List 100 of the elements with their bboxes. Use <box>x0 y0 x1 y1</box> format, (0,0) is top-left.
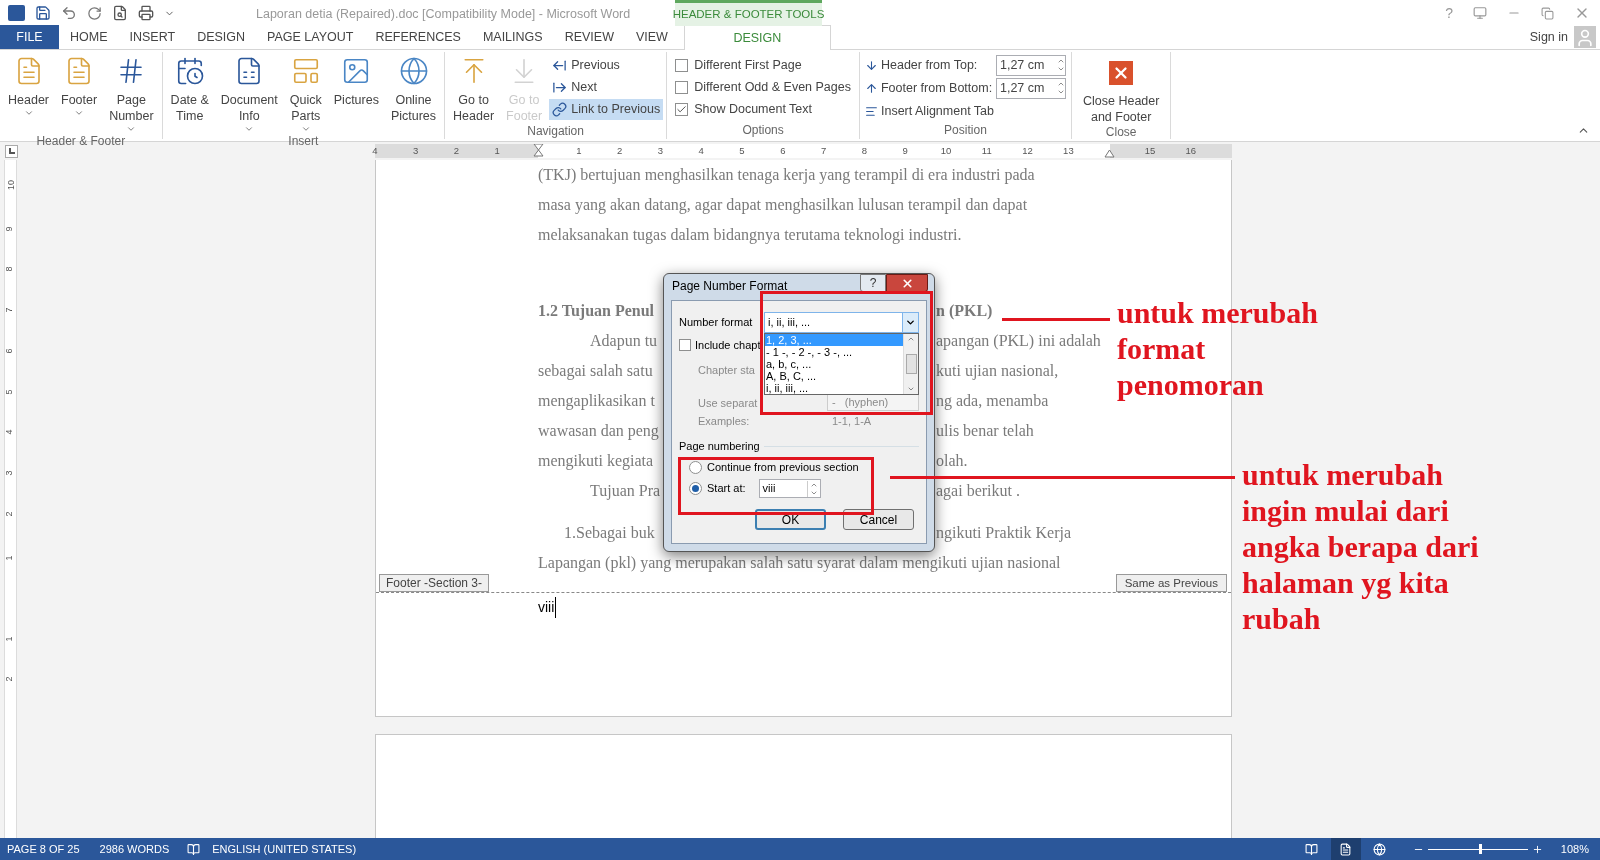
close-button[interactable] <box>886 274 928 292</box>
ribbon-tab[interactable]: PAGE LAYOUT <box>256 25 365 49</box>
ruler-number: 9 <box>902 145 908 157</box>
ribbon-button[interactable]: Go to Header <box>448 52 500 124</box>
navigation-button[interactable]: Previous <box>549 55 664 76</box>
previous-icon <box>552 58 568 73</box>
ribbon-tab[interactable]: HOME <box>59 25 119 49</box>
checkbox-label: Different Odd & Even Pages <box>694 79 851 97</box>
ribbon-button[interactable]: Header <box>3 52 54 118</box>
option-checkbox[interactable]: Different Odd & Even Pages <box>675 77 851 98</box>
dialog-button[interactable]: Cancel <box>843 509 914 530</box>
ribbon-tab[interactable]: DESIGN <box>683 25 831 50</box>
footer-page-number: viii <box>538 597 557 618</box>
printer-icon[interactable] <box>138 5 154 21</box>
format-option[interactable]: i, ii, iii, ... <box>765 381 903 394</box>
document-text: ulis benar telah <box>936 421 1034 441</box>
position-label: Header from Top: <box>880 56 979 74</box>
number-format-label: Number format <box>679 314 754 330</box>
checkbox-label: Include chapt <box>695 337 761 353</box>
radio-button[interactable] <box>689 482 702 495</box>
format-option[interactable]: - 1 -, - 2 -, - 3 -, ... <box>765 345 903 358</box>
tab-selector-icon[interactable] <box>5 144 18 158</box>
ruler-number: 8 <box>861 145 868 157</box>
number-format-dropdown[interactable]: i, ii, iii, ... <box>764 311 919 333</box>
caret-icon <box>244 124 255 134</box>
checkbox[interactable] <box>675 103 689 116</box>
redo-icon[interactable] <box>87 5 102 21</box>
annotation-text: untuk merubah format penomoran <box>1117 295 1318 403</box>
checkbox[interactable] <box>675 59 689 72</box>
alignment-tab-icon <box>864 104 878 118</box>
start-at-field[interactable]: viii <box>758 479 821 498</box>
annotation-text: untuk merubah ingin mulai dari angka berapa dari halaman yg kita rubah <box>1242 457 1479 637</box>
caret-icon <box>126 124 137 134</box>
caret-icon <box>300 124 311 134</box>
contextual-tab-header: HEADER & FOOTER TOOLS <box>675 0 822 26</box>
document-text: agai berikut . <box>936 481 1020 502</box>
document-text: apangan (PKL) ini adalah <box>936 331 1101 352</box>
sign-in-link[interactable]: Sign in <box>1529 27 1568 47</box>
help-button[interactable]: ? <box>860 274 886 292</box>
format-option[interactable]: A, B, C, ... <box>765 369 903 382</box>
ribbon-tab[interactable]: VIEW <box>624 25 679 49</box>
restore-icon[interactable] <box>1541 6 1554 20</box>
option-checkbox[interactable]: Different First Page <box>675 55 851 76</box>
zoom-slider-thumb[interactable] <box>1478 844 1482 854</box>
navigation-button[interactable]: Next <box>549 77 664 98</box>
word-count[interactable]: 2986 WORDS <box>99 840 170 858</box>
navigation-button[interactable]: Link to Previous <box>549 99 664 120</box>
print-layout-icon[interactable] <box>1330 838 1361 860</box>
ribbon-button[interactable]: Pictures <box>328 52 384 108</box>
print-preview-icon[interactable] <box>112 5 128 21</box>
ruler-number: 4 <box>3 429 13 435</box>
ribbon-button[interactable]: Document Info <box>215 52 283 134</box>
ribbon-tab[interactable]: REFERENCES <box>364 25 472 49</box>
zoom-in-icon[interactable] <box>1531 843 1543 855</box>
arrow-up-icon <box>864 81 878 95</box>
ribbon-tab[interactable]: FILE <box>0 25 59 49</box>
checkbox-label: Different First Page <box>694 57 802 75</box>
ribbon-tab[interactable]: DESIGN <box>186 25 257 49</box>
ruler-number: 3 <box>3 470 13 476</box>
caret-icon <box>74 108 85 118</box>
page-count[interactable]: PAGE 8 OF 25 <box>7 840 80 858</box>
group-label: Insert <box>287 134 320 148</box>
proofing-icon[interactable] <box>187 842 201 856</box>
document-text: olah. <box>936 451 968 471</box>
ribbon-tab[interactable]: INSERT <box>118 25 187 49</box>
ruler-number: 2 <box>616 145 623 157</box>
caret-icon <box>23 108 34 118</box>
ruler-number: 15 <box>1144 145 1156 157</box>
zoom-slider[interactable] <box>1427 844 1528 854</box>
close-icon <box>1109 61 1134 85</box>
dialog-button[interactable]: OK <box>755 509 826 530</box>
scrollbar[interactable] <box>903 333 918 394</box>
ruler-number: 11 <box>981 145 992 157</box>
ribbon-tab[interactable]: MAILINGS <box>471 25 554 49</box>
ruler-number: 3 <box>657 145 664 157</box>
checkbox[interactable] <box>679 339 691 351</box>
spin-field[interactable]: 1,27 cm <box>995 77 1066 99</box>
radio-button[interactable] <box>689 461 702 474</box>
ribbon-button[interactable]: Footer <box>56 52 103 118</box>
undo-icon[interactable] <box>61 5 77 21</box>
spin-field[interactable]: 1,27 cm <box>995 54 1066 76</box>
right-indent-marker-icon[interactable] <box>1104 148 1115 158</box>
ruler-number: 9 <box>3 226 13 232</box>
language-status[interactable]: ENGLISH (UNITED STATES) <box>212 840 357 858</box>
checkbox[interactable] <box>675 81 689 94</box>
zoom-level[interactable]: 108% <box>1560 840 1589 858</box>
ribbon-tab[interactable]: REVIEW <box>553 25 625 49</box>
ribbon-display-icon[interactable] <box>1473 6 1487 20</box>
ribbon-button[interactable]: Online Pictures <box>385 52 442 124</box>
format-option[interactable]: a, b, c, ... <box>765 357 903 370</box>
ribbon-button[interactable]: Page Number <box>104 52 159 134</box>
ribbon-button[interactable]: Date & Time <box>165 52 214 124</box>
save-icon[interactable] <box>35 5 51 21</box>
document-text: 1.2 Tujuan Penul <box>538 301 656 322</box>
ruler-number: 10 <box>5 180 16 190</box>
ribbon-button[interactable]: Quick Parts <box>284 52 327 134</box>
ruler-number: 7 <box>820 145 827 157</box>
ruler-number: 1 <box>576 145 582 157</box>
close-header-footer-button[interactable]: Close Header and Footer <box>1074 52 1168 125</box>
option-checkbox[interactable]: Show Document Text <box>675 99 851 120</box>
